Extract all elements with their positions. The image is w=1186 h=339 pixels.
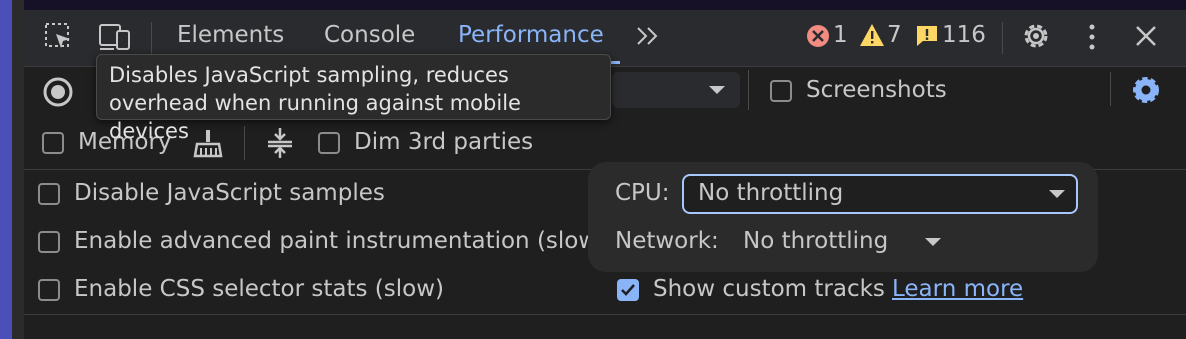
- screenshots-checkbox[interactable]: [770, 80, 792, 102]
- more-tabs-chevron-icon[interactable]: [634, 22, 662, 56]
- cpu-label: CPU:: [615, 180, 670, 206]
- disable-js-samples-label: Disable JavaScript samples: [74, 180, 385, 206]
- close-icon[interactable]: [1134, 24, 1158, 54]
- error-icon[interactable]: [806, 24, 830, 54]
- capture-settings-gear-icon[interactable]: [1130, 74, 1162, 112]
- inspect-element-icon[interactable]: [44, 22, 74, 52]
- tabbar-divider: [151, 22, 152, 54]
- kebab-menu-icon[interactable]: [1082, 22, 1102, 58]
- tab-elements[interactable]: Elements: [177, 22, 284, 48]
- advanced-paint-checkbox[interactable]: [38, 231, 60, 253]
- issues-icon[interactable]: [915, 24, 939, 54]
- record-icon[interactable]: [42, 76, 74, 114]
- warning-icon[interactable]: [859, 23, 885, 53]
- css-selector-stats-label: Enable CSS selector stats (slow): [74, 276, 445, 302]
- memory-checkbox[interactable]: [42, 132, 64, 154]
- left-panel-edge: [12, 0, 24, 339]
- settings-gear-icon[interactable]: [1020, 20, 1052, 58]
- issues-count: 116: [942, 22, 986, 48]
- window-top-strip: [0, 0, 1186, 10]
- disable-js-samples-tooltip: Disables JavaScript sampling, reduces ov…: [96, 54, 611, 143]
- tooltip-line-2: overhead when running against mobile dev…: [109, 91, 521, 143]
- network-select-chevron-icon: [925, 238, 941, 246]
- left-window-edge: [0, 0, 12, 339]
- toolbar-divider-2: [1110, 72, 1111, 106]
- advanced-paint-label: Enable advanced paint instrumentation (s…: [74, 228, 607, 254]
- device-toolbar-icon[interactable]: [98, 22, 132, 52]
- disable-js-samples-checkbox[interactable]: [38, 183, 60, 205]
- show-custom-tracks-checkbox[interactable]: [617, 279, 639, 301]
- warning-count: 7: [887, 22, 902, 48]
- learn-more-link[interactable]: Learn more: [892, 276, 1023, 302]
- tab-console[interactable]: Console: [324, 22, 415, 48]
- status-divider: [1002, 22, 1003, 54]
- cpu-throttling-value: No throttling: [698, 180, 844, 206]
- show-custom-tracks-label: Show custom tracks: [653, 276, 885, 302]
- session-select-chevron-icon: [709, 86, 725, 94]
- tooltip-line-1: Disables JavaScript sampling, reduces: [109, 63, 509, 87]
- tab-performance[interactable]: Performance: [458, 22, 604, 48]
- screenshots-label: Screenshots: [806, 77, 947, 103]
- toolbar-divider-1: [748, 70, 749, 110]
- css-selector-stats-checkbox[interactable]: [38, 279, 60, 301]
- settings-divider-bottom: [24, 314, 1186, 315]
- network-throttling-select[interactable]: No throttling: [743, 228, 888, 254]
- cpu-select-chevron-icon: [1049, 190, 1065, 198]
- network-label: Network:: [615, 228, 719, 254]
- error-count: 1: [833, 22, 848, 48]
